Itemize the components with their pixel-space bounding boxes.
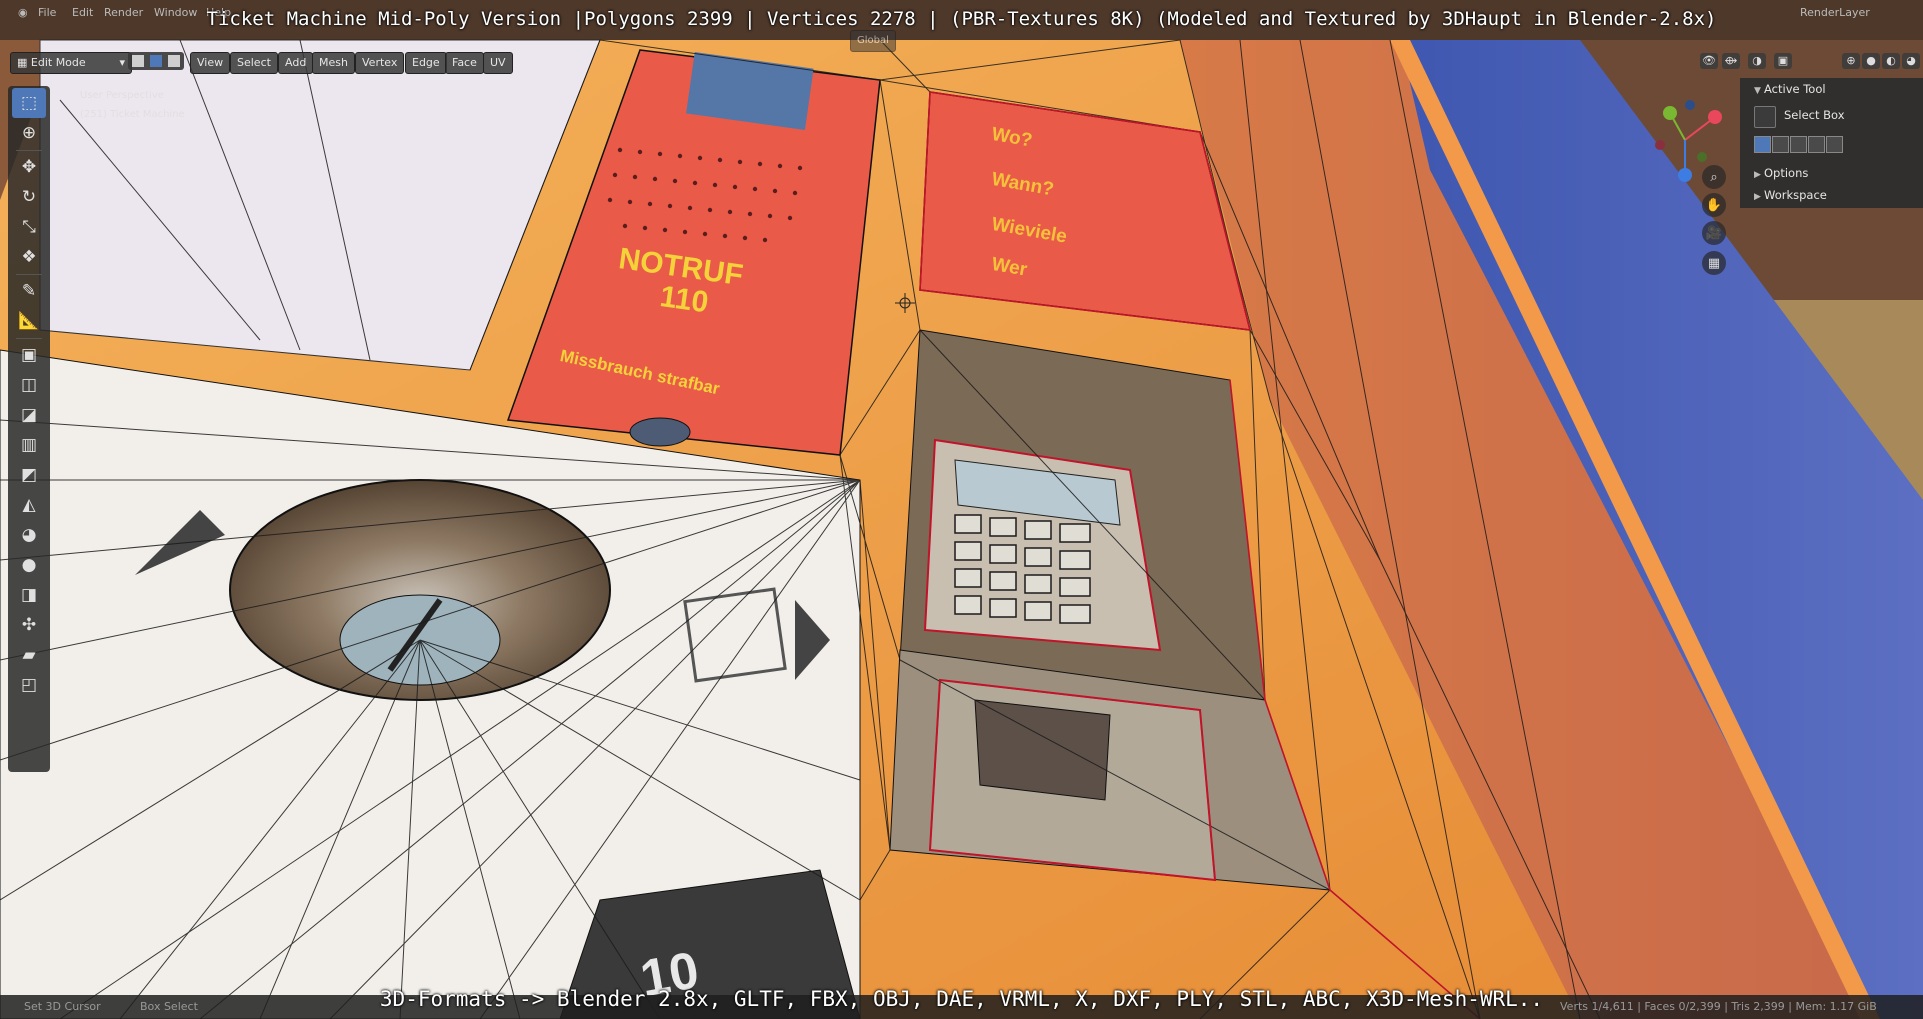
active-tool-header[interactable]: ▼ Active Tool xyxy=(1754,82,1826,96)
header-menu-add[interactable]: Add xyxy=(278,52,314,74)
select-mode-subtract-icon[interactable] xyxy=(1790,136,1807,153)
perspective-label: User Perspective xyxy=(80,90,164,101)
header-menu-select[interactable]: Select xyxy=(230,52,278,74)
rotate-tool-icon[interactable]: ↻ xyxy=(12,182,46,212)
cursor-tool-icon[interactable]: ⊕ xyxy=(12,118,46,148)
header-menu-face[interactable]: Face xyxy=(445,52,484,74)
shear-tool-icon[interactable]: ▰ xyxy=(12,640,46,670)
perspective-toggle-icon[interactable]: ▦ xyxy=(1702,251,1726,275)
mode-dropdown[interactable]: ▦ Edit Mode ▾ xyxy=(10,52,132,74)
select-box-tool-icon[interactable]: ⬚ xyxy=(12,88,46,118)
header-menu-view[interactable]: View xyxy=(190,52,231,74)
chevron-down-icon: ▾ xyxy=(119,56,125,69)
sidebar-n-panel: ▼ Active Tool Select Box ▶ Options ▶ Worksp… xyxy=(1740,78,1923,208)
edge-slide-tool-icon[interactable]: ◨ xyxy=(12,580,46,610)
emergency-number: 110 xyxy=(658,280,711,319)
header-menu-vertex[interactable]: Vertex xyxy=(355,52,405,74)
gizmo-toggle-icon[interactable]: ⟴ xyxy=(1722,53,1740,69)
vertex-select-icon[interactable] xyxy=(132,55,144,67)
toolbar-separator xyxy=(16,150,42,151)
toolbar-separator xyxy=(16,338,42,339)
overlay-banner-top: Ticket Machine Mid-Poly Version |Polygon… xyxy=(206,8,1717,30)
header-menus: View Select Add Mesh Vertex Edge Face UV xyxy=(190,52,520,74)
disclosure-open-icon: ▼ xyxy=(1754,86,1761,96)
header-menu-edge[interactable]: Edge xyxy=(405,52,447,74)
scene-render: NOTRUF 110 Missbrauch strafbar Wo? Wann?… xyxy=(0,0,1923,1019)
xray-toggle-icon[interactable]: ▣ xyxy=(1774,53,1792,69)
select-box-label: Select Box xyxy=(1784,108,1845,122)
select-box-icon[interactable] xyxy=(1754,106,1776,128)
workspace-header[interactable]: ▶ Workspace xyxy=(1754,188,1827,202)
scale-tool-icon[interactable]: ⤡ xyxy=(12,212,46,242)
spin-tool-icon[interactable]: ◕ xyxy=(12,520,46,550)
measure-tool-icon[interactable]: 📐 xyxy=(12,306,46,336)
poly-build-tool-icon[interactable]: ◭ xyxy=(12,490,46,520)
active-tool-label: Active Tool xyxy=(1764,82,1826,96)
options-header[interactable]: ▶ Options xyxy=(1754,166,1808,180)
shading-rendered-icon[interactable]: ◕ xyxy=(1902,53,1920,69)
options-label: Options xyxy=(1764,166,1809,180)
loop-cut-tool-icon[interactable]: ▥ xyxy=(12,430,46,460)
select-mode-intersect-icon[interactable] xyxy=(1826,136,1843,153)
rip-tool-icon[interactable]: ◰ xyxy=(12,670,46,700)
select-mode-invert-icon[interactable] xyxy=(1808,136,1825,153)
shading-wireframe-icon[interactable]: ⊕ xyxy=(1842,53,1860,69)
move-tool-icon[interactable]: ✥ xyxy=(12,152,46,182)
edge-select-icon[interactable] xyxy=(150,55,162,67)
extrude-tool-icon[interactable]: ▣ xyxy=(12,340,46,370)
object-label: (251) Ticket Machine xyxy=(80,109,185,120)
bevel-tool-icon[interactable]: ◪ xyxy=(12,400,46,430)
header-menu-mesh[interactable]: Mesh xyxy=(312,52,355,74)
tool-shelf: ⬚ ⊕ ✥ ↻ ⤡ ❖ ✎ 📐 ▣ ◫ ◪ ▥ ◩ ◭ ◕ ● ◨ ✣ ▰ ◰ xyxy=(8,86,50,772)
pan-hand-icon[interactable]: ✋ xyxy=(1702,193,1726,217)
edit-mode-icon: ▦ xyxy=(17,56,31,69)
3d-viewport[interactable]: NOTRUF 110 Missbrauch strafbar Wo? Wann?… xyxy=(0,0,1923,1019)
smooth-tool-icon[interactable]: ● xyxy=(12,550,46,580)
mode-label: Edit Mode xyxy=(30,56,86,69)
workspace-label: Workspace xyxy=(1764,188,1827,202)
viewport-info: User Perspective (251) Ticket Machine xyxy=(80,86,185,124)
toolbar-separator xyxy=(16,274,42,275)
overlay-toggle-icon[interactable]: ◑ xyxy=(1748,53,1766,69)
knife-tool-icon[interactable]: ◩ xyxy=(12,460,46,490)
transform-orientation-dropdown[interactable]: Global xyxy=(850,30,896,52)
zoom-icon[interactable]: ⌕ xyxy=(1702,165,1726,189)
shading-material-icon[interactable]: ◐ xyxy=(1882,53,1900,69)
select-mode-new-icon[interactable] xyxy=(1754,136,1771,153)
header-menu-uv[interactable]: UV xyxy=(483,52,513,74)
visibility-icon[interactable]: 👁 xyxy=(1700,53,1718,69)
disclosure-closed-icon: ▶ xyxy=(1754,170,1761,180)
annotate-tool-icon[interactable]: ✎ xyxy=(12,276,46,306)
shrink-fatten-tool-icon[interactable]: ✣ xyxy=(12,610,46,640)
overlay-banner-bottom: 3D-Formats -> Blender 2.8x, GLTF, FBX, O… xyxy=(379,987,1544,1011)
camera-view-icon[interactable]: 🎥 xyxy=(1702,221,1726,245)
disclosure-closed-icon: ▶ xyxy=(1754,192,1761,202)
inset-tool-icon[interactable]: ◫ xyxy=(12,370,46,400)
transform-tool-icon[interactable]: ❖ xyxy=(12,242,46,272)
shading-solid-icon[interactable]: ● xyxy=(1862,53,1880,69)
select-mode-extend-icon[interactable] xyxy=(1772,136,1789,153)
select-mode-toggles xyxy=(128,52,184,70)
face-select-icon[interactable] xyxy=(168,55,180,67)
